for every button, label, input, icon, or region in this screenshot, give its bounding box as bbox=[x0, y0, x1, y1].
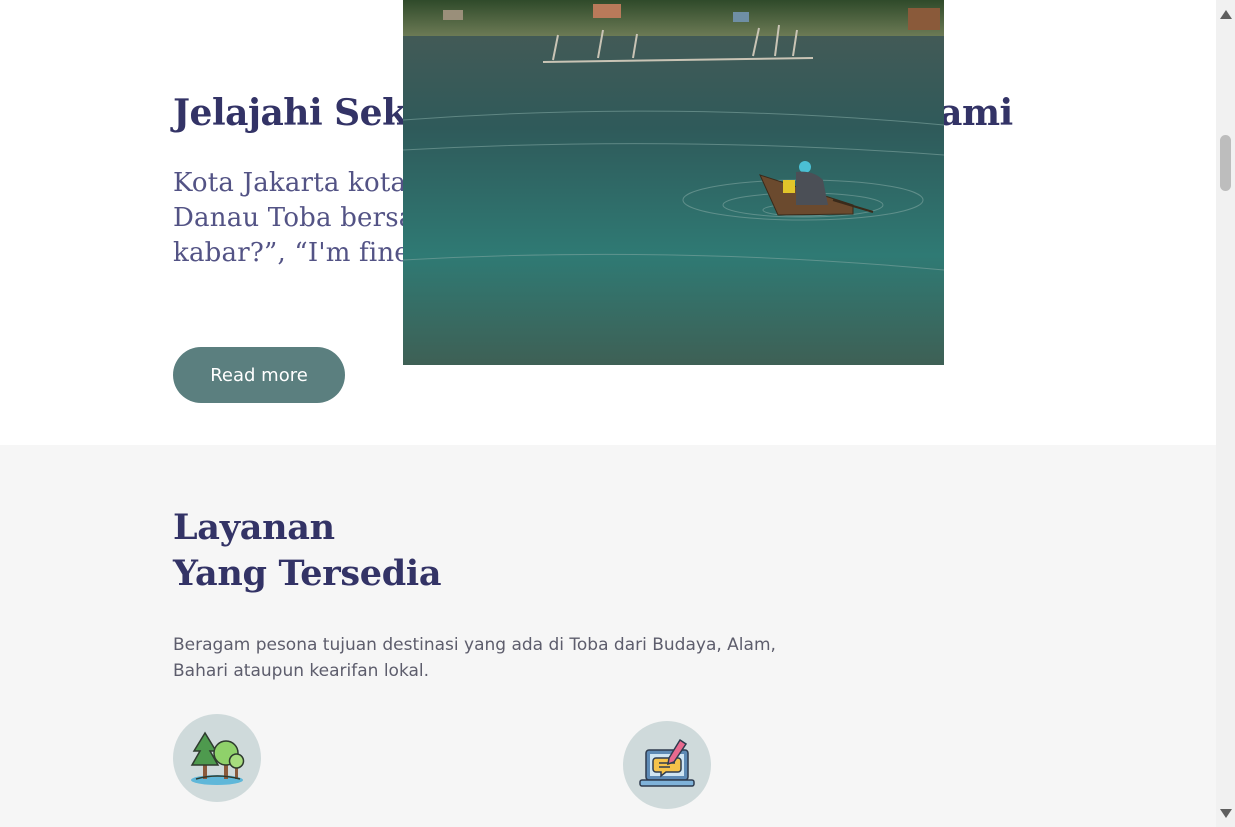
scroll-up-arrow-icon[interactable] bbox=[1220, 10, 1232, 19]
services-title: Layanan Yang Tersedia bbox=[173, 505, 673, 597]
nature-trees-icon bbox=[173, 714, 261, 802]
online-booking-laptop-icon bbox=[623, 721, 711, 809]
services-title-line1: Layanan bbox=[173, 507, 335, 548]
services-description: Beragam pesona tujuan destinasi yang ada… bbox=[173, 635, 776, 681]
scroll-thumb[interactable] bbox=[1220, 135, 1231, 191]
services-section: Layanan Yang Tersedia Beragam pesona tuj… bbox=[0, 445, 1216, 827]
read-more-button[interactable]: Read more bbox=[173, 347, 345, 403]
page: Jelajahi Sekitar Danau Toba bersama kami… bbox=[0, 0, 1216, 827]
scrollbar[interactable] bbox=[1216, 0, 1235, 827]
services-title-line2: Yang Tersedia bbox=[173, 553, 442, 594]
lake-photo[interactable] bbox=[403, 0, 944, 365]
scroll-down-arrow-icon[interactable] bbox=[1220, 809, 1232, 818]
